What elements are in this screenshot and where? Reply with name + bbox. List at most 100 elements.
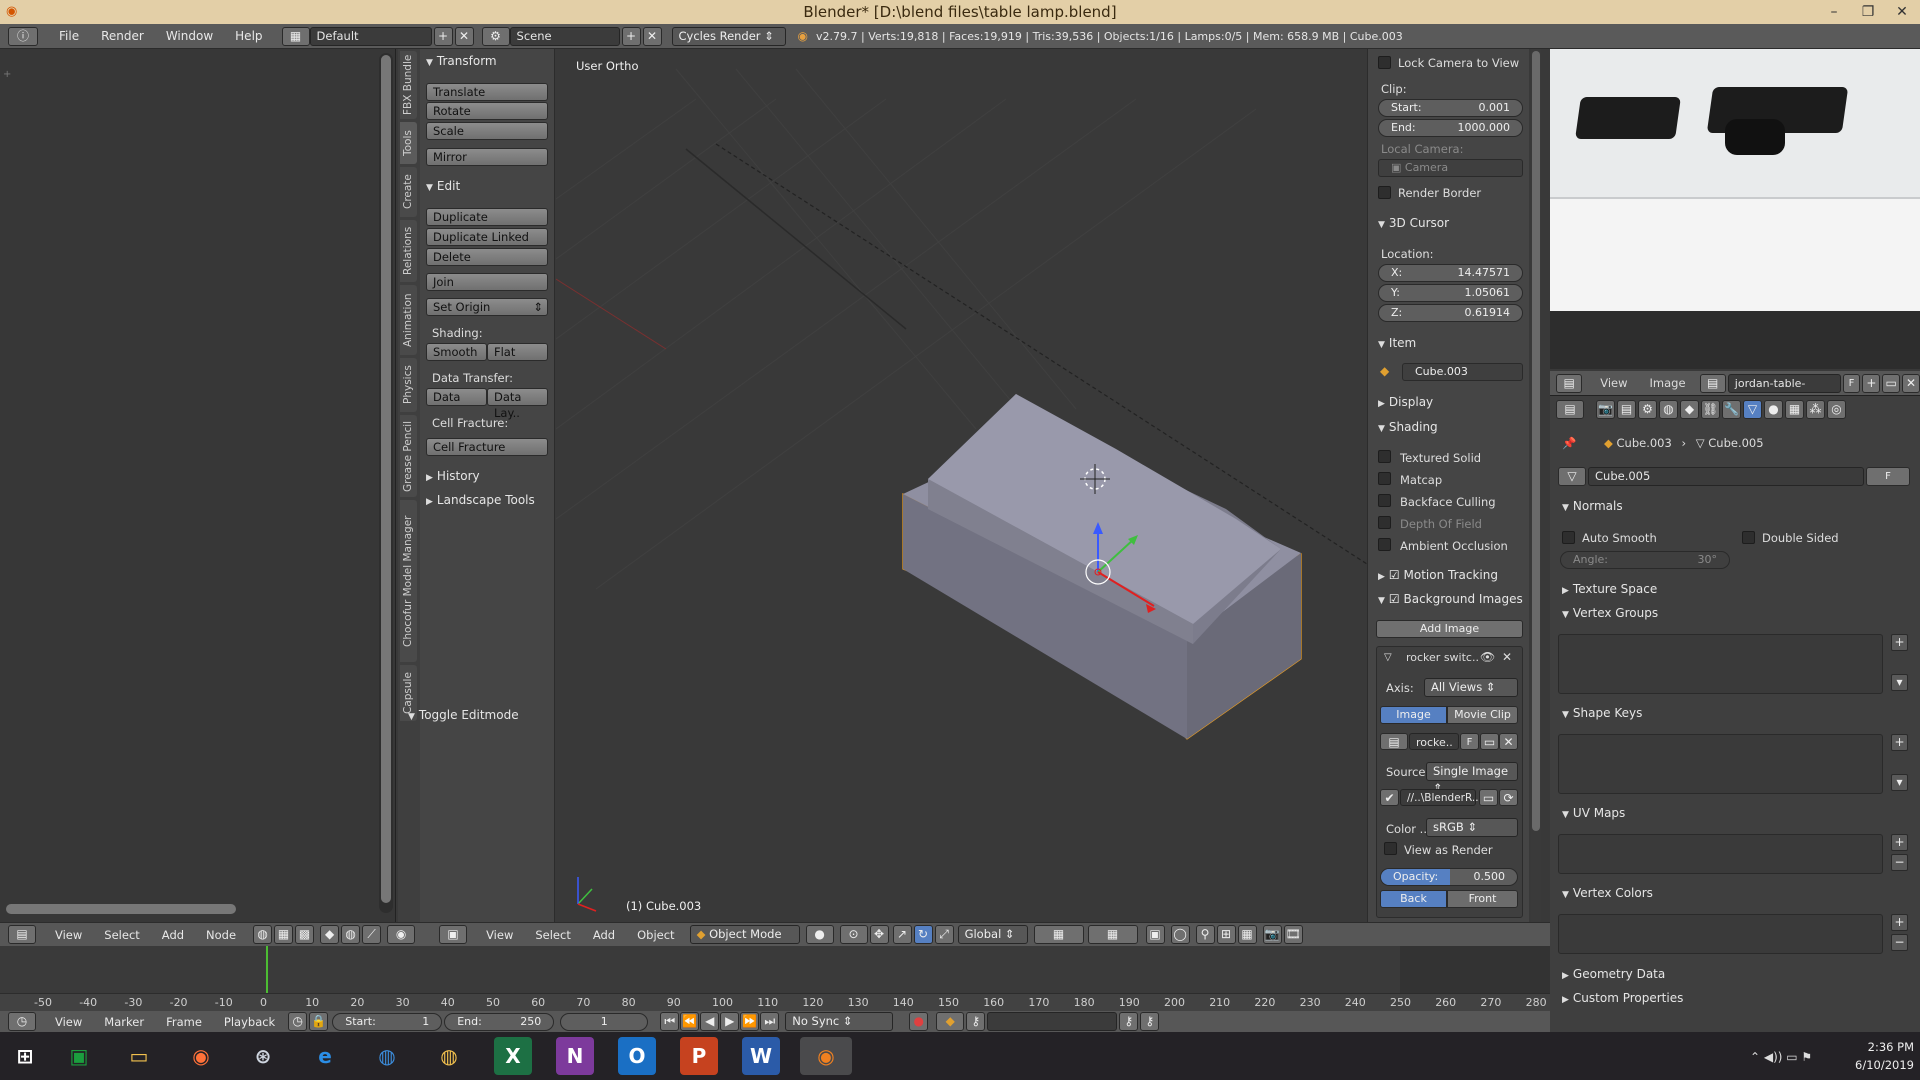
timeline-view-menu[interactable]: View [44, 1015, 93, 1029]
layers-grid-icon[interactable]: ▦ [1033, 925, 1084, 944]
dof-checkbox[interactable] [1378, 516, 1391, 529]
pivot-point-icon[interactable]: ⊙ [839, 925, 868, 944]
tab-fbx-bundle[interactable]: FBX Bundle [400, 51, 417, 119]
image-browse-icon[interactable]: ▤ [1699, 373, 1726, 393]
sidebar-scrollbar-thumb[interactable] [1532, 51, 1540, 831]
shape-keys-list[interactable] [1558, 734, 1883, 794]
backface-checkbox[interactable] [1378, 494, 1391, 507]
delete-key-icon[interactable]: ⚷ [1140, 1012, 1160, 1031]
object-shader-icon[interactable]: ◆ [320, 925, 340, 944]
texture-nodes-icon[interactable]: ▩ [295, 925, 315, 944]
texture-tab-icon[interactable]: ▦ [1785, 399, 1804, 419]
constraints-tab-icon[interactable]: ⛓ [1701, 399, 1720, 419]
vertex-colors-list[interactable] [1558, 914, 1883, 954]
scale-button[interactable]: Scale [426, 122, 548, 140]
image-source-tab[interactable]: Image [1380, 706, 1447, 724]
new-image-icon[interactable]: + [1862, 373, 1881, 393]
motion-tracking-check-icon[interactable]: ☑ [1389, 568, 1404, 582]
shape-keys-header[interactable]: ▼ Shape Keys [1562, 706, 1642, 720]
node-node-menu[interactable]: Node [195, 928, 247, 942]
eye-icon[interactable]: 👁 [1480, 650, 1495, 664]
scale-manipulator-icon[interactable]: ⤢ [934, 925, 954, 944]
cell-fracture-button[interactable]: Cell Fracture [426, 438, 548, 456]
clock-time[interactable]: 2:36 PM [1844, 1040, 1914, 1054]
lock-range-icon[interactable]: 🔒 [309, 1012, 329, 1031]
add-scene-icon[interactable]: + [621, 26, 641, 46]
back-button[interactable]: Back [1380, 890, 1447, 908]
menu-file[interactable]: File [48, 29, 90, 43]
node-tree-icon[interactable]: ◉ [387, 925, 416, 944]
toggle-editmode-header[interactable]: ▼ Toggle Editmode [408, 708, 519, 722]
tab-tools[interactable]: Tools [400, 122, 417, 164]
world-tab-icon[interactable]: ◍ [1659, 399, 1678, 419]
history-header[interactable]: ▶ History [426, 469, 480, 483]
mesh-fake-user-button[interactable]: F [1866, 467, 1910, 486]
tab-chocofur[interactable]: Chocofur Model Manager [400, 500, 417, 662]
view3d-object-menu[interactable]: Object [626, 928, 685, 942]
scene-tab-icon[interactable]: ⚙ [1638, 399, 1657, 419]
data-button[interactable]: Data [426, 388, 487, 406]
firefox-icon[interactable]: ◉ [182, 1037, 220, 1075]
axis-dropdown[interactable]: All Views ⇕ [1424, 678, 1518, 697]
onenote-icon[interactable]: N [556, 1037, 594, 1075]
angle-field[interactable]: Angle: 30° [1560, 551, 1730, 569]
cursor-z-field[interactable]: Z: 0.61914 [1378, 304, 1523, 322]
mesh-data-tab-icon[interactable]: ▽ [1743, 399, 1762, 419]
render-engine-dropdown[interactable]: Cycles Render ⇕ [671, 26, 786, 46]
orientation-dropdown[interactable]: Global ⇕ [957, 925, 1028, 944]
maximize-icon[interactable]: ❐ [1851, 0, 1885, 24]
snap-target-icon[interactable]: ▦ [1237, 925, 1257, 944]
preview-range-icon[interactable]: ◷ [288, 1012, 308, 1031]
image-fake-user-button[interactable]: F [1842, 373, 1861, 393]
node-editor-type-icon[interactable]: ▤ [8, 925, 36, 944]
auto-smooth-checkbox[interactable] [1562, 531, 1575, 544]
pin-icon[interactable]: 📌 [1562, 436, 1576, 450]
horizontal-scrollbar-thumb[interactable] [6, 904, 236, 914]
remove-vertex-color-icon[interactable]: − [1891, 934, 1908, 951]
normals-header[interactable]: ▼ Normals [1562, 499, 1623, 513]
word-icon[interactable]: W [742, 1037, 780, 1075]
tab-relations[interactable]: Relations [400, 220, 417, 282]
mesh-name-field[interactable]: Cube.005 [1588, 467, 1864, 486]
matcap-checkbox[interactable] [1378, 472, 1391, 485]
transform-header[interactable]: ▼ Transform [426, 54, 497, 68]
opengl-render-icon[interactable]: 📷 [1262, 925, 1282, 944]
lock-camera-checkbox[interactable] [1378, 56, 1391, 69]
rotate-button[interactable]: Rotate [426, 102, 548, 120]
uv-maps-header[interactable]: ▼ UV Maps [1562, 806, 1625, 820]
delete-button[interactable]: Delete [426, 248, 548, 266]
flat-button[interactable]: Flat [487, 343, 548, 361]
clock-date[interactable]: 6/10/2019 [1844, 1058, 1914, 1072]
system-tray-icons[interactable]: ⌃ ◀)) ▭ ⚑ [1750, 1050, 1812, 1064]
close-icon[interactable]: ✕ [1885, 0, 1919, 24]
view3d-add-menu[interactable]: Add [582, 928, 626, 942]
bg-image-expand-icon[interactable]: ▽ [1384, 652, 1392, 663]
plus-icon[interactable]: + [3, 69, 11, 80]
clip-end-field[interactable]: End: 1000.000 [1378, 119, 1523, 137]
render-tab-icon[interactable]: 📷 [1596, 399, 1615, 419]
tab-create[interactable]: Create [400, 167, 417, 217]
snap-icon[interactable]: ⚲ [1195, 925, 1215, 944]
chrome-icon[interactable]: ◍ [430, 1037, 468, 1075]
timeline-playback-menu[interactable]: Playback [213, 1015, 286, 1029]
3d-viewport[interactable]: User Ortho (1) Cube.003 [556, 49, 1367, 922]
editor-type-icon[interactable]: ⓘ [8, 26, 38, 46]
texture-space-header[interactable]: ▶ Texture Space [1562, 582, 1657, 596]
browse-path-icon[interactable]: ▭ [1479, 789, 1498, 806]
add-uv-map-icon[interactable]: + [1891, 834, 1908, 851]
node-select-menu[interactable]: Select [93, 928, 150, 942]
view3d-select-menu[interactable]: Select [524, 928, 581, 942]
landscape-header[interactable]: ▶ Landscape Tools [426, 493, 535, 507]
menu-window[interactable]: Window [155, 29, 224, 43]
scene-icon[interactable]: ⚙ [481, 26, 510, 46]
shape-key-menu-icon[interactable]: ▾ [1891, 774, 1908, 791]
current-frame-field[interactable]: 1 [560, 1012, 649, 1031]
timeline-ruler[interactable]: -50 -40 -30 -20 -10 0 10 20 30 40 50 60 70 80 90 100 110… [0, 993, 1550, 1011]
remove-uv-map-icon[interactable]: − [1891, 854, 1908, 871]
keying-set-field[interactable] [987, 1012, 1118, 1031]
image-file-field[interactable]: jordan-table-lamp.jpg [1727, 373, 1841, 407]
end-frame-field[interactable]: End: 250 [444, 1012, 555, 1031]
smooth-button[interactable]: Smooth [426, 343, 487, 361]
menu-help[interactable]: Help [224, 29, 273, 43]
jump-end-icon[interactable]: ⏭ [760, 1012, 780, 1031]
